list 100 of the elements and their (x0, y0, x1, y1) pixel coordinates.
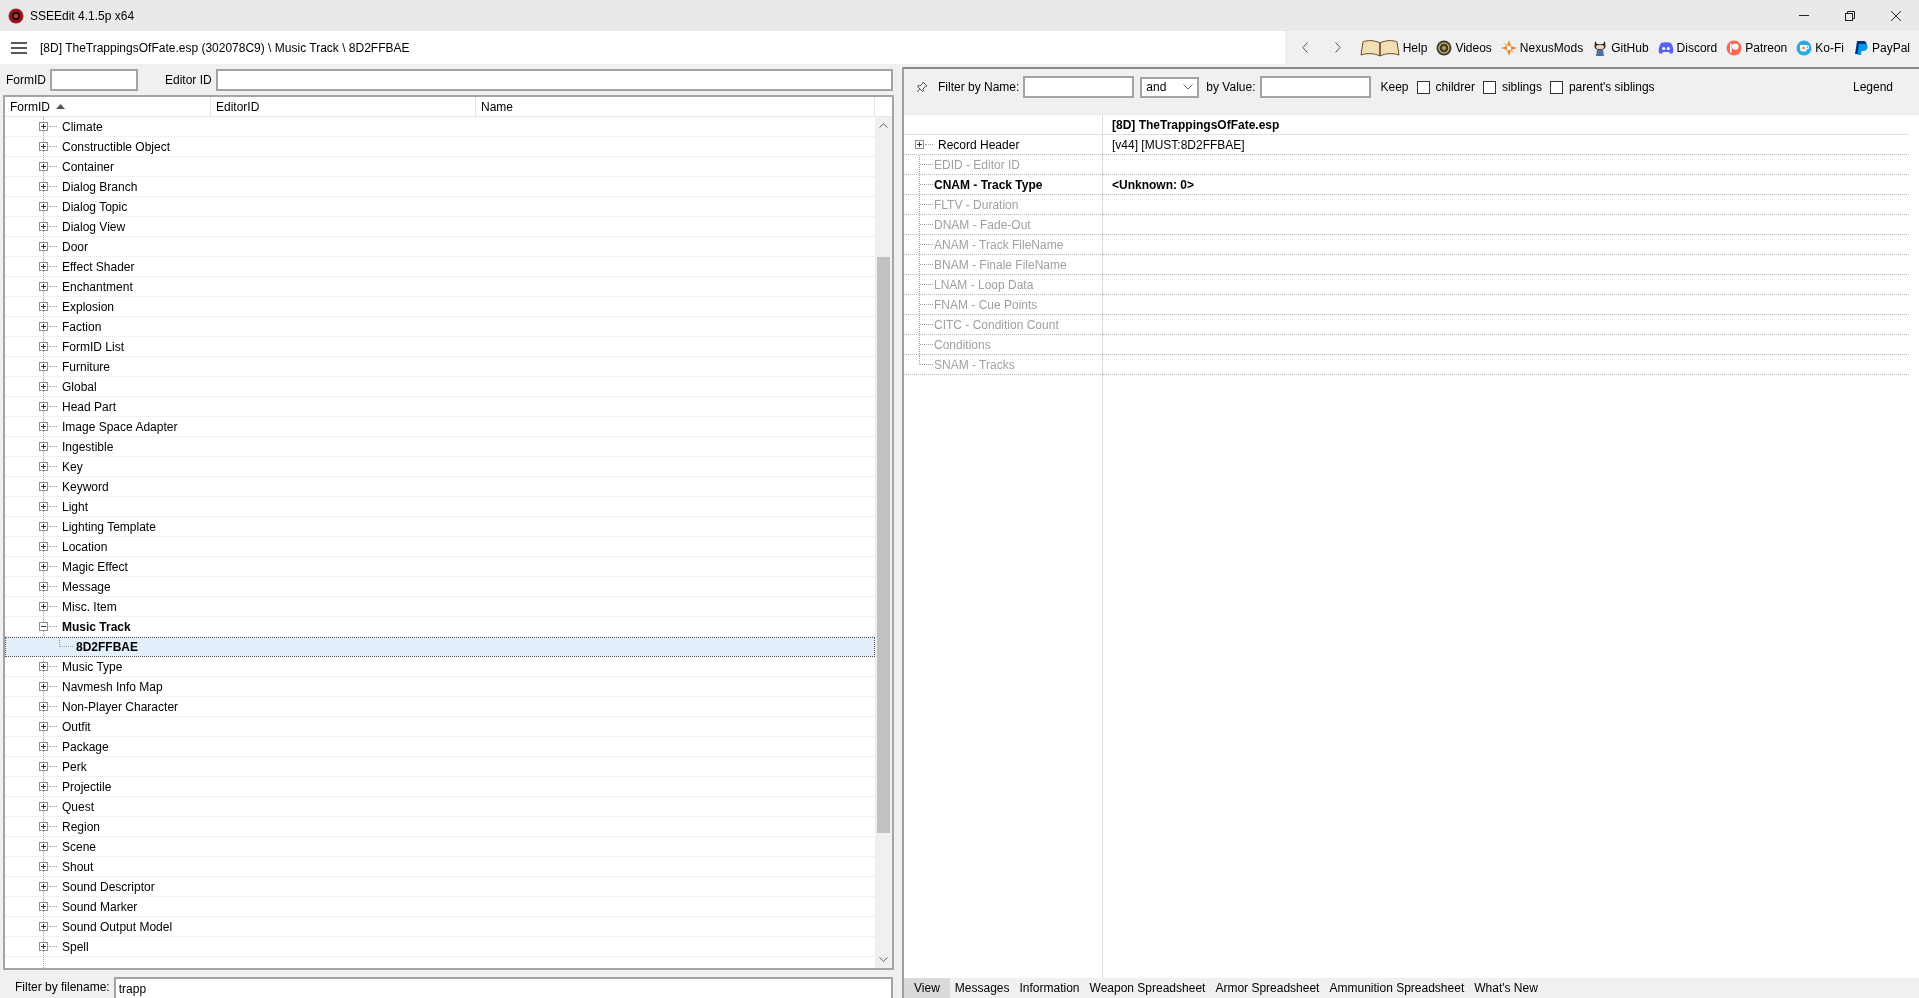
tree-item[interactable]: Lighting Template (5, 517, 875, 537)
tree-item[interactable]: Navmesh Info Map (5, 677, 875, 697)
toolbar-link[interactable]: NexusMods (1500, 39, 1584, 56)
expand-icon[interactable] (39, 262, 48, 271)
tab[interactable]: Information (1014, 978, 1085, 998)
tree-item[interactable]: Climate (5, 117, 875, 137)
toolbar-link[interactable]: Videos (1436, 39, 1492, 56)
tree-item[interactable]: Music Type (5, 657, 875, 677)
scrollbar[interactable] (875, 117, 892, 968)
tree-item[interactable]: Dialog Topic (5, 197, 875, 217)
tree-item[interactable]: Location (5, 537, 875, 557)
tree-item[interactable]: Projectile (5, 777, 875, 797)
tree-item[interactable]: Constructible Object (5, 137, 875, 157)
expand-icon[interactable] (39, 462, 48, 471)
expand-icon[interactable] (39, 742, 48, 751)
expand-icon[interactable] (39, 382, 48, 391)
legend-button[interactable]: Legend (1848, 78, 1897, 96)
tree-item[interactable]: Global (5, 377, 875, 397)
expand-icon[interactable] (39, 662, 48, 671)
tree-item[interactable]: Sound Output Model (5, 917, 875, 937)
tree-item[interactable]: Key (5, 457, 875, 477)
tab[interactable]: Weapon Spreadsheet (1084, 978, 1211, 998)
expand-icon[interactable] (39, 182, 48, 191)
checkbox[interactable] (1482, 80, 1496, 94)
tree-item[interactable]: Spell (5, 937, 875, 957)
tree-item[interactable]: Misc. Item (5, 597, 875, 617)
expand-icon[interactable] (39, 442, 48, 451)
operator-dropdown[interactable]: and (1140, 76, 1200, 98)
tree-item[interactable]: Package (5, 737, 875, 757)
expand-icon[interactable] (39, 782, 48, 791)
tree-item[interactable]: 8D2FFBAE (5, 637, 875, 657)
expand-icon[interactable] (39, 322, 48, 331)
tree-item[interactable]: Non-Player Character (5, 697, 875, 717)
expand-icon[interactable] (39, 902, 48, 911)
expand-icon[interactable] (39, 722, 48, 731)
tab[interactable]: View (904, 978, 950, 998)
tree-item[interactable]: Image Space Adapter (5, 417, 875, 437)
toolbar-link[interactable]: PayPal (1852, 39, 1910, 56)
tree-item[interactable]: Head Part (5, 397, 875, 417)
expand-icon[interactable] (39, 482, 48, 491)
expand-icon[interactable] (39, 142, 48, 151)
filter-name-field[interactable] (1023, 76, 1135, 98)
expand-icon[interactable] (39, 562, 48, 571)
expand-icon[interactable] (39, 202, 48, 211)
expand-icon[interactable] (39, 882, 48, 891)
tree-item[interactable]: Magic Effect (5, 557, 875, 577)
tree-item[interactable]: Shout (5, 857, 875, 877)
expand-icon[interactable] (39, 542, 48, 551)
tab[interactable]: Armor Spreadsheet (1210, 978, 1325, 998)
expand-icon[interactable] (39, 422, 48, 431)
toolbar-link[interactable]: Ko-Fi (1796, 39, 1844, 56)
expand-icon[interactable] (39, 502, 48, 511)
expand-icon[interactable] (39, 762, 48, 771)
menu-button[interactable] (11, 41, 27, 54)
expand-icon[interactable] (39, 362, 48, 371)
expand-icon[interactable] (39, 582, 48, 591)
expand-icon[interactable] (39, 682, 48, 691)
tree-item[interactable]: Dialog Branch (5, 177, 875, 197)
expand-icon[interactable] (39, 282, 48, 291)
scroll-up-icon[interactable] (879, 123, 888, 128)
expand-icon[interactable] (39, 302, 48, 311)
tree-item[interactable]: Keyword (5, 477, 875, 497)
collapse-icon[interactable] (39, 622, 48, 631)
toolbar-link[interactable]: GitHub (1592, 39, 1649, 56)
tree-item[interactable]: Explosion (5, 297, 875, 317)
tree-item[interactable]: Door (5, 237, 875, 257)
tree-item[interactable]: Faction (5, 317, 875, 337)
expand-icon[interactable] (39, 222, 48, 231)
formid-field[interactable] (50, 68, 138, 91)
editor-id-field[interactable] (215, 68, 893, 91)
tree-item[interactable]: Container (5, 157, 875, 177)
expand-icon[interactable] (39, 822, 48, 831)
tree-item[interactable]: Quest (5, 797, 875, 817)
expand-icon[interactable] (39, 522, 48, 531)
tree-item[interactable]: Scene (5, 837, 875, 857)
checkbox[interactable] (1549, 80, 1563, 94)
tab[interactable]: Ammunition Spreadsheet (1324, 978, 1470, 998)
expand-icon[interactable] (39, 342, 48, 351)
scrollbar-thumb[interactable] (877, 257, 890, 833)
tree-item[interactable]: Sound Descriptor (5, 877, 875, 897)
expand-icon[interactable] (39, 402, 48, 411)
tree-item[interactable]: Dialog View (5, 217, 875, 237)
expand-icon[interactable] (39, 942, 48, 951)
filename-filter-field[interactable]: trapp (113, 977, 893, 998)
expand-icon[interactable] (915, 140, 924, 149)
tree-item[interactable]: Message (5, 577, 875, 597)
tab[interactable]: What's New (1469, 978, 1543, 998)
toolbar-link[interactable]: Help (1359, 38, 1428, 57)
toolbar-link[interactable]: Patreon (1726, 39, 1788, 56)
scroll-down-icon[interactable] (879, 957, 888, 962)
tab[interactable]: Messages (949, 978, 1015, 998)
tree-item[interactable]: Ingestible (5, 437, 875, 457)
filter-value-field[interactable] (1259, 76, 1371, 98)
checkbox[interactable] (1416, 80, 1430, 94)
expand-icon[interactable] (39, 862, 48, 871)
expand-icon[interactable] (39, 122, 48, 131)
toolbar-link[interactable]: Discord (1657, 39, 1718, 56)
expand-icon[interactable] (39, 922, 48, 931)
tree-item[interactable]: Sound Marker (5, 897, 875, 917)
expand-icon[interactable] (39, 602, 48, 611)
